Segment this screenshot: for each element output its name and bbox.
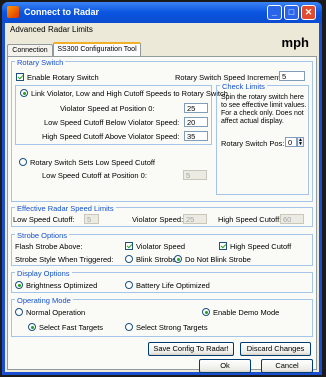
save-config-button[interactable]: Save Config To Radar! <box>148 342 234 356</box>
strobe-high-label: High Speed Cutoff <box>230 242 292 251</box>
enable-rotary-checkbox[interactable] <box>16 73 24 81</box>
menu-radar-limits[interactable]: Radar Limits <box>48 25 93 34</box>
rotary-pos-spinner[interactable]: ▲ ▼ <box>297 137 304 147</box>
violator-pos0-label: Violator Speed at Position 0: <box>60 104 155 113</box>
low-below-violator-label: Low Speed Cutoff Below Violator Speed: <box>44 118 180 127</box>
strobe-options-group: Strobe Options Flash Strobe Above: Viola… <box>11 231 313 266</box>
strobe-violator-label: Violator Speed <box>136 242 186 251</box>
rotary-pos-input[interactable]: 0 <box>285 137 297 147</box>
tab-connection[interactable]: Connection <box>7 44 53 56</box>
effective-high-label: High Speed Cutoff: <box>218 215 282 224</box>
tab-panel: Rotary Switch Enable Rotary Switch Rotar… <box>7 56 317 370</box>
strobe-high-checkbox[interactable] <box>219 242 227 250</box>
blink-strobe-radio[interactable] <box>125 255 133 263</box>
no-blink-strobe-radio[interactable] <box>174 255 182 263</box>
rotary-switch-group: Rotary Switch Enable Rotary Switch Rotar… <box>11 58 313 202</box>
flash-strobe-label: Flash Strobe Above: <box>15 242 83 251</box>
brightness-radio[interactable] <box>15 281 23 289</box>
app-window: Connect to Radar _ □ ✕ Advanced Radar Li… <box>2 2 322 375</box>
strobe-style-label: Strobe Style When Triggered: <box>15 255 114 264</box>
high-above-violator-label: High Speed Cutoff Above Violator Speed: <box>42 132 180 141</box>
operating-group-title: Operating Mode <box>15 296 73 305</box>
low-pos0-input[interactable]: 5 <box>183 170 207 180</box>
ok-button[interactable]: Ok <box>199 359 251 373</box>
normal-operation-label: Normal Operation <box>26 308 86 317</box>
blink-strobe-label: Blink Strobe <box>136 255 177 264</box>
menu-bar: Advanced Radar Limits <box>5 23 319 37</box>
units-label: mph <box>281 35 309 50</box>
effective-limits-group: Effective Radar Speed Limits Low Speed C… <box>11 204 313 227</box>
link-speeds-radio[interactable] <box>20 89 28 97</box>
title-bar[interactable]: Connect to Radar _ □ ✕ <box>2 2 322 23</box>
maximize-button[interactable]: □ <box>284 5 299 20</box>
normal-operation-radio[interactable] <box>15 308 23 316</box>
strong-targets-radio[interactable] <box>125 323 133 331</box>
fast-targets-radio[interactable] <box>28 323 36 331</box>
brightness-label: Brightness Optimized <box>26 281 98 290</box>
discard-changes-button[interactable]: Discard Changes <box>240 342 311 356</box>
tab-ss300-config[interactable]: SS300 Configuration Tool <box>53 42 141 57</box>
enable-rotary-label: Enable Rotary Switch <box>27 73 99 82</box>
violator-pos0-input[interactable]: 25 <box>184 103 208 113</box>
low-pos0-label: Low Speed Cutoff at Position 0: <box>42 171 147 180</box>
app-icon <box>7 6 19 18</box>
battery-label: Battery Life Optimized <box>136 281 210 290</box>
strobe-violator-checkbox[interactable] <box>125 242 133 250</box>
effective-high-input: 60 <box>280 214 304 224</box>
demo-mode-label: Enable Demo Mode <box>213 308 280 317</box>
effective-low-label: Low Speed Cutoff: <box>13 215 75 224</box>
menu-advanced[interactable]: Advanced <box>10 25 46 34</box>
close-button[interactable]: ✕ <box>301 5 316 20</box>
check-limits-title: Check Limits <box>220 82 267 91</box>
check-limits-note: Spin the rotary switch here to see effec… <box>221 94 307 125</box>
sets-low-cutoff-label: Rotary Switch Sets Low Speed Cutoff <box>30 158 155 167</box>
sets-low-cutoff-radio[interactable] <box>19 158 27 166</box>
minimize-button[interactable]: _ <box>267 5 282 20</box>
high-above-violator-input[interactable]: 35 <box>184 131 208 141</box>
battery-radio[interactable] <box>125 281 133 289</box>
cancel-button[interactable]: Cancel <box>261 359 313 373</box>
strobe-group-title: Strobe Options <box>15 231 70 240</box>
demo-mode-radio[interactable] <box>202 308 210 316</box>
window-title: Connect to Radar <box>24 7 100 17</box>
display-group-title: Display Options <box>15 269 72 278</box>
client-area: Advanced Radar Limits mph Connection SS3… <box>5 23 319 373</box>
display-options-group: Display Options Brightness Optimized Bat… <box>11 269 313 293</box>
rotary-pos-label: Rotary Switch Pos: <box>221 139 285 148</box>
effective-low-input: 5 <box>84 214 99 224</box>
effective-violator-input: 25 <box>183 214 207 224</box>
low-below-violator-input[interactable]: 20 <box>184 117 208 127</box>
no-blink-strobe-label: Do Not Blink Strobe <box>185 255 251 264</box>
increment-input[interactable]: 5 <box>279 71 305 81</box>
fast-targets-label: Select Fast Targets <box>39 323 104 332</box>
increment-label: Rotary Switch Speed Increment: <box>175 73 283 82</box>
link-speeds-group: Link Violator, Low and High Cutoff Speed… <box>15 85 228 145</box>
link-speeds-label: Link Violator, Low and High Cutoff Speed… <box>31 89 228 98</box>
rotary-group-title: Rotary Switch <box>15 58 66 67</box>
effective-group-title: Effective Radar Speed Limits <box>15 204 116 213</box>
operating-mode-group: Operating Mode Normal Operation Enable D… <box>11 296 313 337</box>
check-limits-group: Check Limits Spin the rotary switch here… <box>216 82 309 195</box>
effective-violator-label: Violator Speed: <box>132 215 184 224</box>
strong-targets-label: Select Strong Targets <box>136 323 208 332</box>
